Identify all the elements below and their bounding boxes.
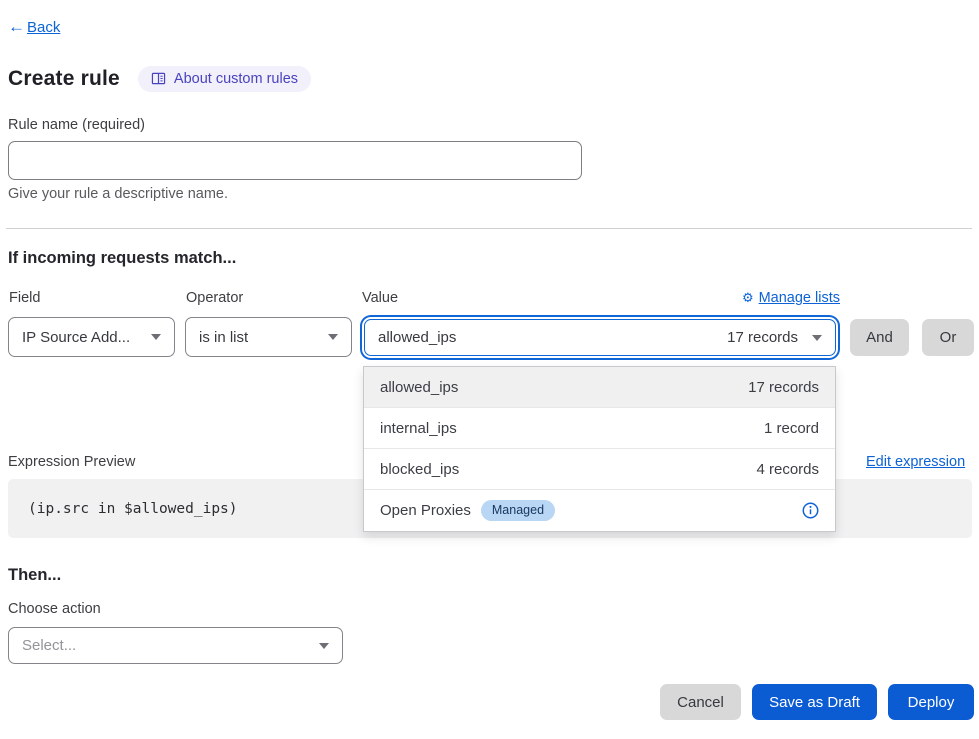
action-select-placeholder: Select... [22, 637, 76, 654]
list-item[interactable]: blocked_ips 4 records [364, 449, 835, 490]
manage-lists-label: Manage lists [759, 290, 840, 306]
expression-preview-label: Expression Preview [8, 454, 135, 470]
managed-badge: Managed [481, 500, 555, 521]
chevron-down-icon [812, 335, 822, 341]
rule-name-helper-text: Give your rule a descriptive name. [8, 186, 228, 202]
about-custom-rules-link[interactable]: About custom rules [138, 66, 311, 92]
save-as-draft-button[interactable]: Save as Draft [752, 684, 877, 720]
create-rule-page: ←Back Create rule About custom rules Rul… [0, 0, 979, 739]
cancel-button[interactable]: Cancel [660, 684, 741, 720]
back-link[interactable]: ←Back [8, 17, 60, 37]
about-badge-label: About custom rules [174, 71, 298, 87]
and-button[interactable]: And [850, 319, 909, 356]
then-section-heading: Then... [8, 566, 61, 585]
manage-lists-link[interactable]: ⚙ Manage lists [728, 290, 840, 306]
list-item[interactable]: Open Proxies Managed [364, 490, 835, 531]
expression-code: (ip.src in $allowed_ips) [28, 501, 238, 517]
list-item-record-count: 17 records [748, 379, 819, 396]
value-label: Value [362, 290, 398, 306]
title-row: Create rule About custom rules [8, 66, 311, 92]
operator-select[interactable]: is in list [185, 317, 352, 357]
choose-action-label: Choose action [8, 601, 101, 617]
action-select[interactable]: Select... [8, 627, 343, 664]
chevron-down-icon [319, 643, 329, 649]
rule-name-label: Rule name (required) [8, 117, 145, 133]
field-select[interactable]: IP Source Add... [8, 317, 175, 357]
info-icon[interactable] [802, 502, 819, 519]
list-item-record-count: 4 records [756, 461, 819, 478]
value-select-value: allowed_ips [378, 329, 456, 346]
value-select[interactable]: allowed_ips 17 records [364, 319, 836, 356]
chevron-down-icon [328, 334, 338, 340]
rule-name-input[interactable] [8, 141, 582, 180]
operator-select-value: is in list [199, 329, 248, 346]
list-item-record-count: 1 record [764, 420, 819, 437]
deploy-button[interactable]: Deploy [888, 684, 974, 720]
match-section-heading: If incoming requests match... [8, 249, 236, 268]
operator-label: Operator [186, 290, 243, 306]
back-arrow-icon: ← [8, 17, 25, 37]
list-item-name: allowed_ips [380, 379, 458, 396]
list-item[interactable]: internal_ips 1 record [364, 408, 835, 449]
field-label: Field [9, 290, 40, 306]
gear-icon: ⚙ [742, 292, 754, 305]
list-item-name: internal_ips [380, 420, 457, 437]
book-icon [151, 72, 166, 86]
list-item[interactable]: allowed_ips 17 records [364, 367, 835, 408]
edit-expression-link[interactable]: Edit expression [866, 454, 965, 470]
list-item-name: blocked_ips [380, 461, 459, 478]
list-item-name: Open Proxies [380, 502, 471, 519]
field-select-value: IP Source Add... [22, 329, 130, 346]
page-title: Create rule [8, 67, 120, 91]
chevron-down-icon [151, 334, 161, 340]
section-divider [6, 228, 972, 229]
value-select-record-count: 17 records [727, 329, 798, 346]
value-dropdown-menu: allowed_ips 17 records internal_ips 1 re… [363, 366, 836, 532]
back-link-label: Back [27, 19, 60, 36]
or-button[interactable]: Or [922, 319, 974, 356]
